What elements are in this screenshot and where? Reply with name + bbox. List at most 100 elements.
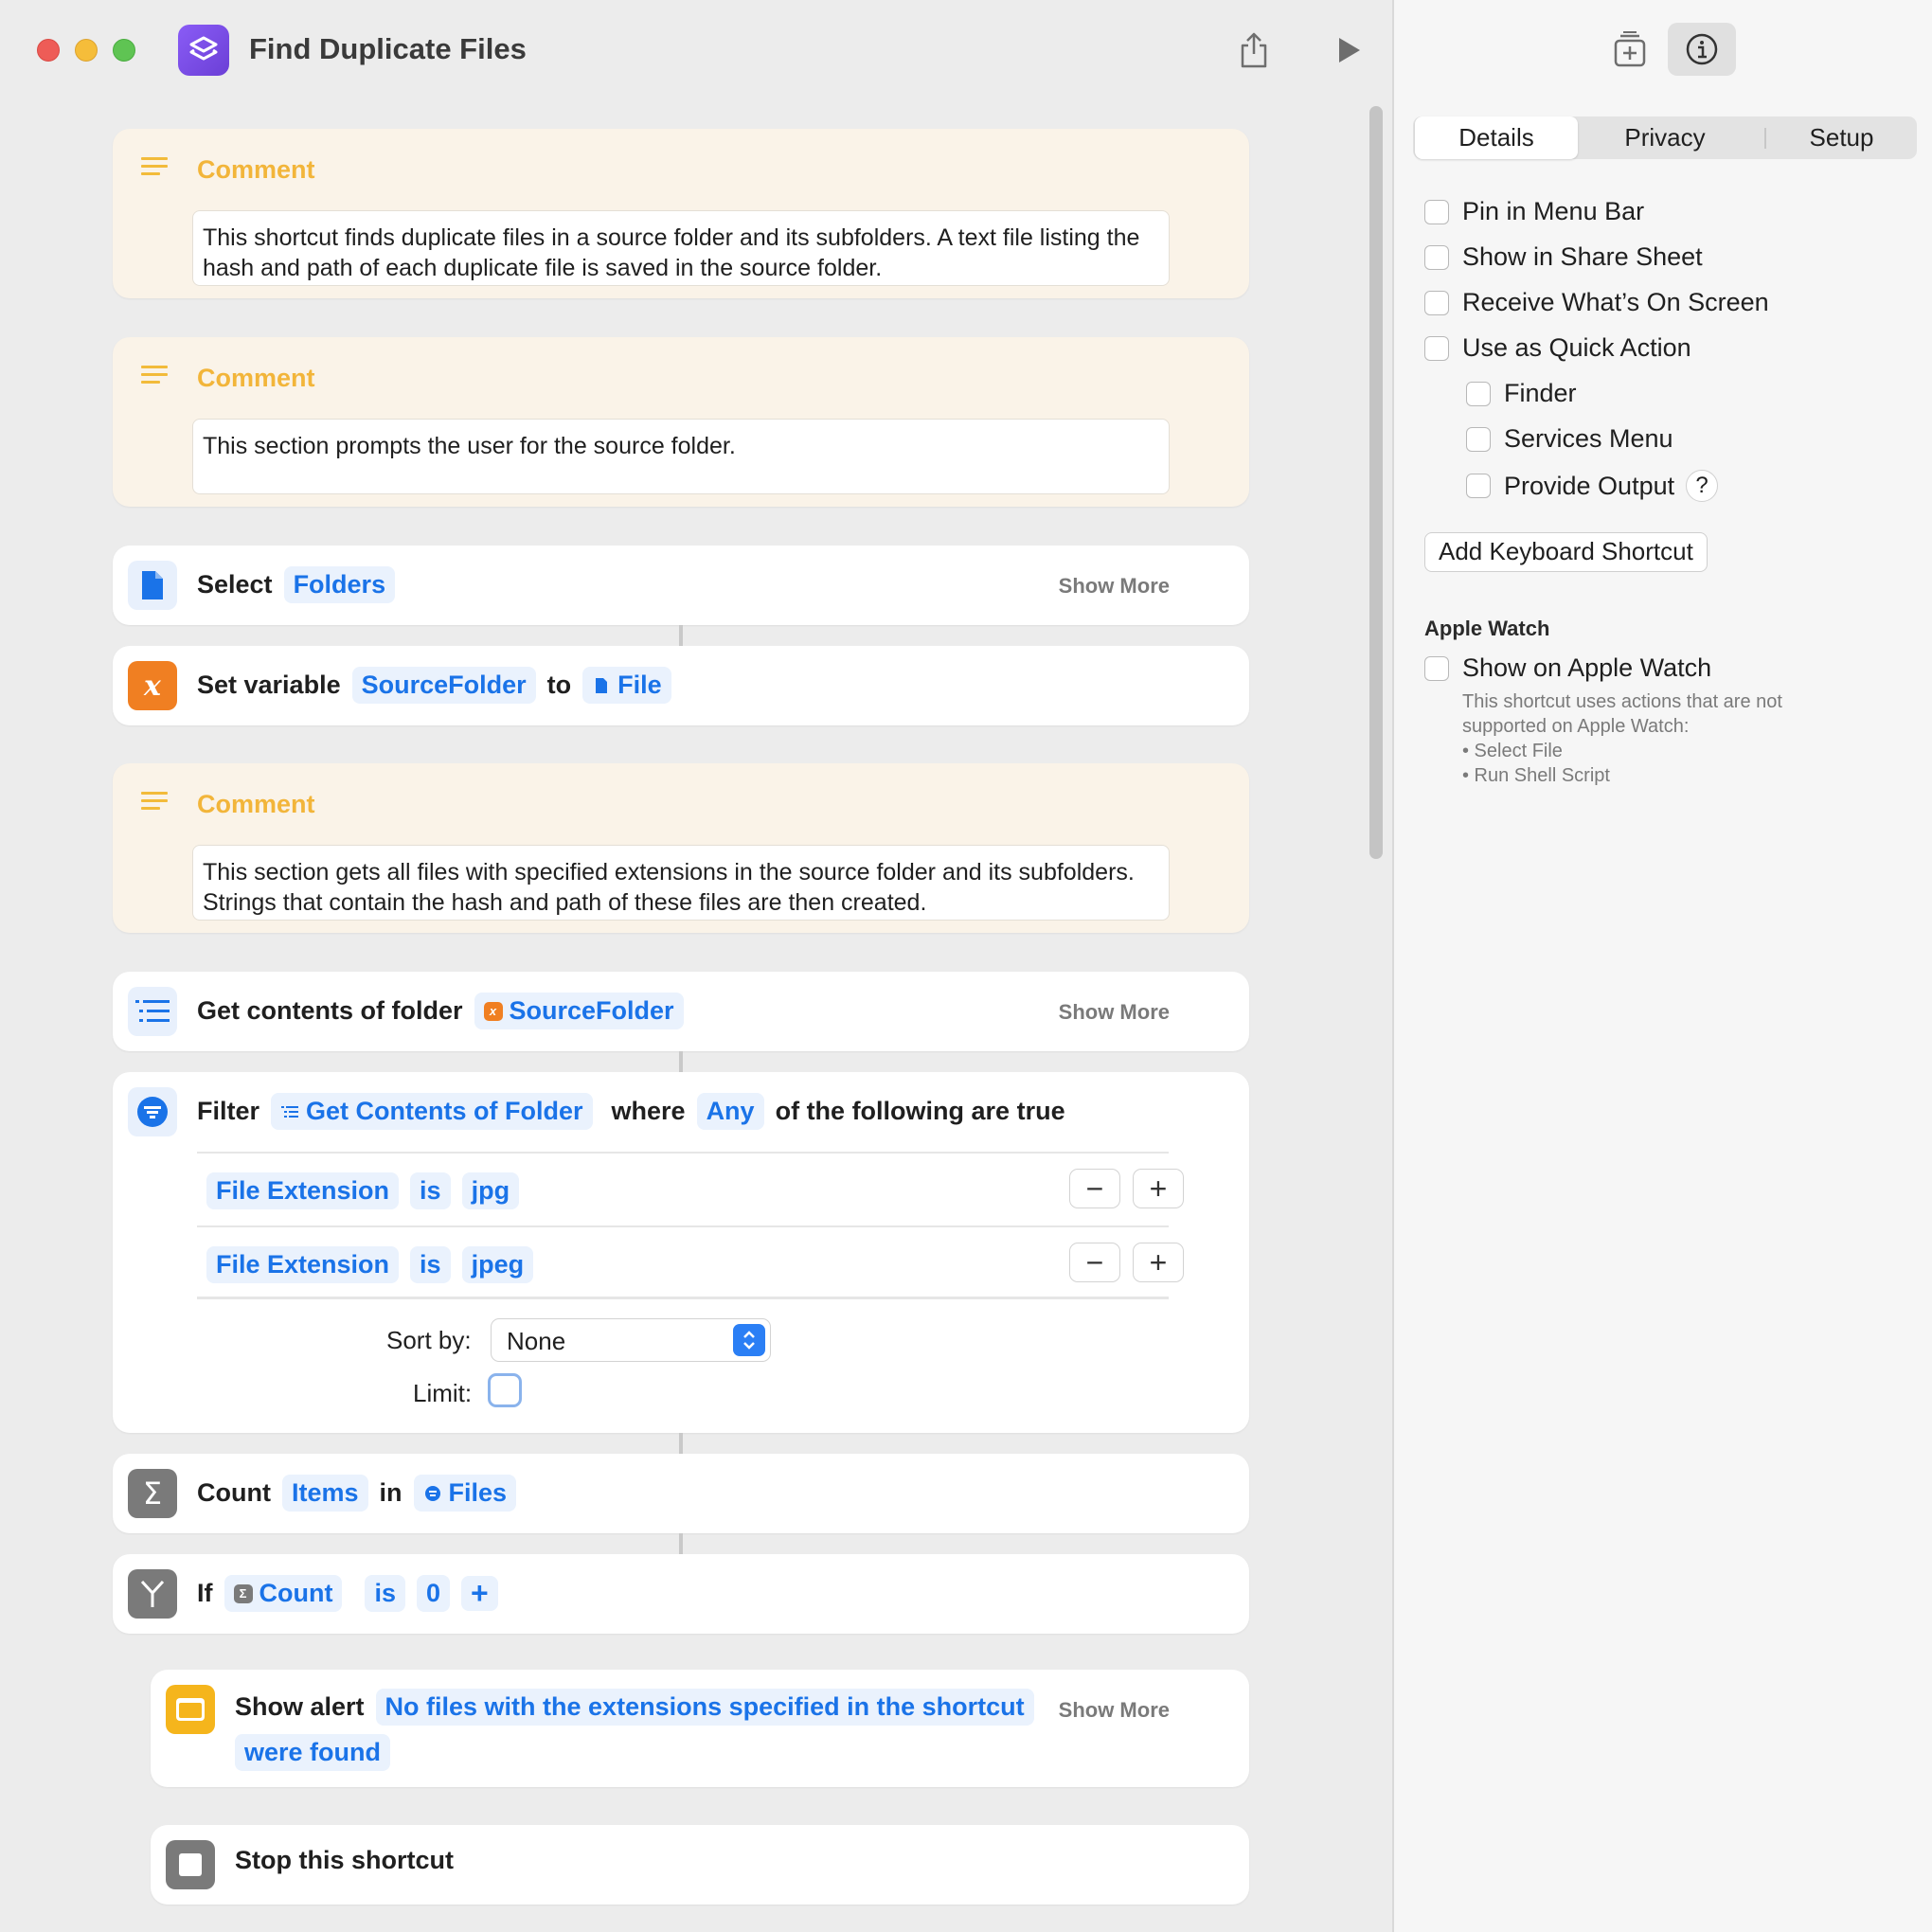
help-button[interactable]: ? <box>1686 470 1719 502</box>
action-verb: If <box>197 1579 213 1607</box>
variable-name-parameter[interactable]: SourceFolder <box>351 667 536 704</box>
remove-condition-button[interactable]: − <box>1069 1243 1120 1282</box>
list-icon <box>128 987 177 1036</box>
provide-output-option[interactable]: Provide Output ? <box>1466 470 1719 502</box>
zoom-window-button[interactable] <box>113 39 135 62</box>
share-icon <box>1241 32 1267 68</box>
watch-note-line: supported on Apple Watch: <box>1462 716 1690 737</box>
pin-menu-bar-option[interactable]: Pin in Menu Bar <box>1424 197 1644 226</box>
action-library-button[interactable] <box>1596 23 1664 76</box>
count-action[interactable]: Σ Count Items in Files <box>113 1454 1249 1533</box>
if-value[interactable]: 0 <box>417 1575 451 1612</box>
branch-icon <box>128 1569 177 1619</box>
show-alert-action[interactable]: Show alert No files with the extensions … <box>151 1670 1249 1787</box>
comment-label: Comment <box>197 364 315 392</box>
receive-on-screen-option[interactable]: Receive What’s On Screen <box>1424 288 1769 317</box>
action-verb: Get contents of folder <box>197 996 463 1025</box>
condition-operator[interactable]: is <box>410 1246 451 1283</box>
list-mini-icon <box>280 1102 299 1121</box>
count-type-parameter[interactable]: Items <box>281 1475 368 1512</box>
set-variable-action[interactable]: x Set variable SourceFolder to File <box>113 646 1249 725</box>
action-verb: Stop this shortcut <box>235 1846 454 1874</box>
condition-value[interactable]: jpeg <box>461 1246 534 1283</box>
sort-by-select[interactable]: None <box>491 1318 771 1362</box>
folders-parameter[interactable]: Folders <box>283 566 396 603</box>
share-sheet-option[interactable]: Show in Share Sheet <box>1424 242 1703 272</box>
add-action-icon <box>1614 31 1646 67</box>
limit-checkbox[interactable] <box>488 1373 522 1407</box>
condition-value[interactable]: jpg <box>461 1172 520 1209</box>
condition-property[interactable]: File Extension <box>206 1172 400 1209</box>
comment-lines-icon <box>141 157 168 184</box>
checkbox[interactable] <box>1466 426 1491 452</box>
option-label: Services Menu <box>1504 424 1673 453</box>
show-more-button[interactable]: Show More <box>1059 574 1170 599</box>
get-contents-of-folder-action[interactable]: Get contents of folder x SourceFolder Sh… <box>113 972 1249 1051</box>
if-action[interactable]: If Σ Count is 0 + <box>113 1554 1249 1634</box>
shortcuts-window: Find Duplicate Files Comment This shortc… <box>0 0 1932 1932</box>
file-variable-token[interactable]: File <box>582 667 671 704</box>
action-connector <box>679 1433 683 1454</box>
comment-text-field[interactable]: This section prompts the user for the so… <box>192 419 1170 494</box>
sigma-icon: Σ <box>128 1469 177 1518</box>
where-label: where <box>611 1097 686 1125</box>
condition-property[interactable]: File Extension <box>206 1246 400 1283</box>
finder-option[interactable]: Finder <box>1466 379 1577 408</box>
if-operator[interactable]: is <box>365 1575 405 1612</box>
source-folder-token[interactable]: x SourceFolder <box>474 993 684 1029</box>
checkbox[interactable] <box>1466 474 1491 498</box>
comment-action-prompt[interactable]: Comment This section prompts the user fo… <box>113 337 1249 507</box>
show-more-button[interactable]: Show More <box>1059 1698 1170 1723</box>
checkbox[interactable] <box>1424 199 1449 224</box>
apple-watch-heading: Apple Watch <box>1424 617 1550 640</box>
shortcut-app-icon[interactable] <box>178 25 229 76</box>
run-button[interactable] <box>1325 27 1372 74</box>
stop-shortcut-action[interactable]: Stop this shortcut <box>151 1825 1249 1905</box>
filter-mini-icon <box>423 1484 442 1503</box>
filter-files-action[interactable]: Filter Get Contents of Folder where Any … <box>113 1072 1249 1433</box>
match-mode-parameter[interactable]: Any <box>696 1093 764 1130</box>
shortcut-details-button[interactable] <box>1668 23 1736 76</box>
show-more-button[interactable]: Show More <box>1059 1000 1170 1025</box>
close-window-button[interactable] <box>37 39 60 62</box>
checkbox[interactable] <box>1424 655 1449 681</box>
tab-details[interactable]: Details <box>1415 116 1578 159</box>
filter-icon <box>128 1087 177 1136</box>
add-condition-button[interactable]: + <box>1133 1243 1184 1282</box>
comment-text-field[interactable]: This shortcut finds duplicate files in a… <box>192 210 1170 286</box>
following-label: of the following are true <box>775 1097 1065 1125</box>
show-on-apple-watch-option[interactable]: Show on Apple Watch <box>1424 653 1711 683</box>
shortcuts-layers-icon <box>189 36 218 61</box>
checkbox[interactable] <box>1424 290 1449 315</box>
quick-action-option[interactable]: Use as Quick Action <box>1424 333 1691 363</box>
share-button[interactable] <box>1230 27 1278 74</box>
minimize-window-button[interactable] <box>75 39 98 62</box>
sort-by-value: None <box>507 1327 566 1355</box>
alert-window-icon <box>166 1685 215 1734</box>
filter-input-token[interactable]: Get Contents of Folder <box>271 1093 593 1130</box>
comment-action-intro[interactable]: Comment This shortcut finds duplicate fi… <box>113 129 1249 298</box>
checkbox[interactable] <box>1424 244 1449 270</box>
watch-note-line: This shortcut uses actions that are not <box>1462 691 1782 712</box>
files-token[interactable]: Files <box>413 1475 517 1512</box>
condition-operator[interactable]: is <box>410 1172 451 1209</box>
tab-setup[interactable]: Setup <box>1768 116 1915 159</box>
comment-action-section[interactable]: Comment This section gets all files with… <box>113 763 1249 933</box>
shortcut-title[interactable]: Find Duplicate Files <box>249 32 527 66</box>
editor-scroll-thumb[interactable] <box>1369 106 1383 859</box>
comment-text-field[interactable]: This section gets all files with specifi… <box>192 845 1170 921</box>
add-if-condition-button[interactable]: + <box>461 1576 498 1611</box>
checkbox[interactable] <box>1424 335 1449 361</box>
alert-message-line2[interactable]: were found <box>235 1734 391 1771</box>
if-input-token[interactable]: Σ Count <box>224 1575 343 1612</box>
details-segmented-control: Details Privacy Setup <box>1413 116 1917 159</box>
remove-condition-button[interactable]: − <box>1069 1169 1120 1208</box>
add-keyboard-shortcut-button[interactable]: Add Keyboard Shortcut <box>1424 532 1708 572</box>
add-condition-button[interactable]: + <box>1133 1169 1184 1208</box>
unsupported-action-item: • Run Shell Script <box>1462 765 1610 786</box>
checkbox[interactable] <box>1466 381 1491 406</box>
alert-message-line1[interactable]: No files with the extensions specified i… <box>375 1689 1034 1726</box>
services-menu-option[interactable]: Services Menu <box>1466 424 1673 454</box>
select-file-action[interactable]: Select Folders Show More <box>113 546 1249 625</box>
tab-privacy[interactable]: Privacy <box>1583 116 1746 159</box>
